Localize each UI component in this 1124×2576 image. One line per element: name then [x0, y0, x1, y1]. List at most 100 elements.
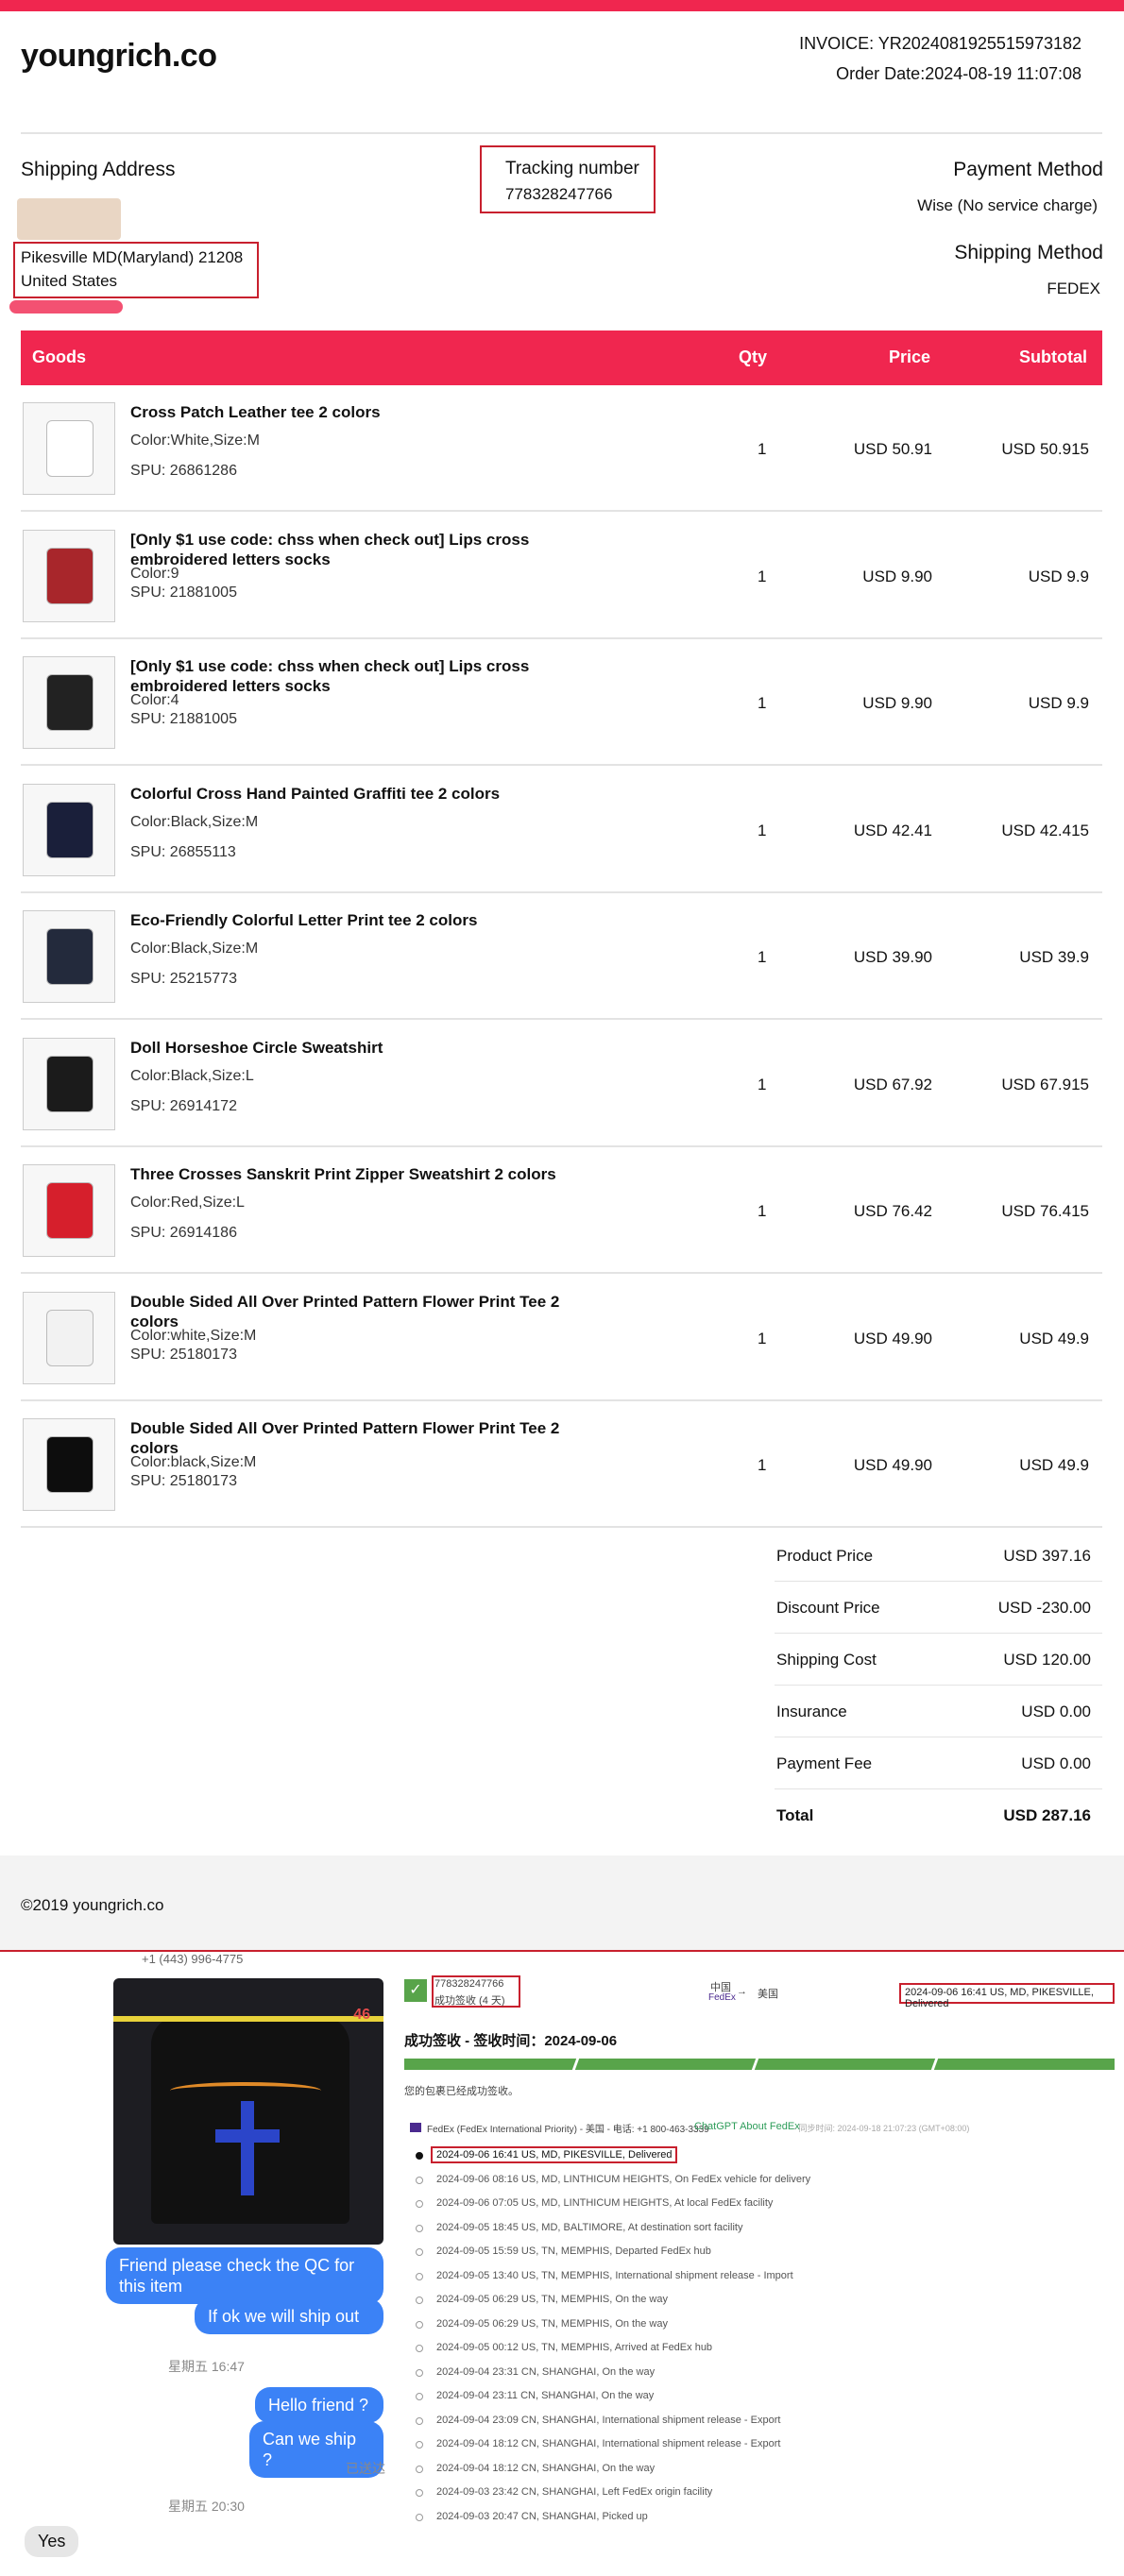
product-attributes: Color:white,Size:M	[130, 1327, 257, 1344]
tracking-event: 2024-09-04 23:09 CN, SHANGHAI, Internati…	[436, 2414, 781, 2426]
carrier-line: FedEx (FedEx International Priority) - 美…	[427, 2125, 709, 2135]
product-thumbnail[interactable]	[23, 1418, 115, 1511]
product-price: USD 42.41	[853, 821, 932, 839]
product-subtotal: USD 42.415	[1001, 821, 1089, 839]
product-price: USD 49.90	[853, 1329, 932, 1347]
goods-row: Double Sided All Over Printed Pattern Fl…	[21, 1275, 1102, 1401]
product-thumbnail[interactable]	[23, 402, 115, 495]
timeline-dot-icon	[416, 2272, 423, 2280]
tracking-label: Tracking number	[505, 159, 639, 178]
address-country: United States	[21, 272, 118, 290]
qc-photo[interactable]: 46	[113, 1978, 383, 2245]
timeline-dot-icon	[416, 2224, 423, 2232]
header-subtotal: Subtotal	[1019, 347, 1087, 366]
product-name[interactable]: Double Sided All Over Printed Pattern Fl…	[130, 1292, 565, 1331]
product-name[interactable]: [Only $1 use code: chss when check out] …	[130, 530, 565, 569]
product-name[interactable]: Double Sided All Over Printed Pattern Fl…	[130, 1418, 565, 1458]
product-attributes: Color:Black,Size:L	[130, 1067, 254, 1084]
goods-row: Cross Patch Leather tee 2 colors Color:Wh…	[21, 385, 1102, 512]
summary-label: Shipping Cost	[776, 1651, 877, 1669]
invoice-number: INVOICE: YR2024081925515973182	[799, 34, 1081, 53]
fedex-logo-icon	[410, 2123, 421, 2132]
tracking-event: 2024-09-05 00:12 US, TN, MEMPHIS, Arrive…	[436, 2342, 713, 2353]
address-city: Pikesville MD(Maryland) 21208	[21, 248, 244, 266]
latest-event: 2024-09-06 16:41 US, MD, PIKESVILLE, Del…	[905, 1987, 1094, 2009]
product-qty: 1	[758, 1075, 767, 1093]
product-subtotal: USD 39.9	[1019, 948, 1089, 966]
product-thumbnail[interactable]	[23, 783, 115, 876]
product-thumbnail[interactable]	[23, 529, 115, 622]
product-attributes: Color:Black,Size:M	[130, 813, 259, 830]
product-image	[46, 928, 94, 985]
product-thumbnail[interactable]	[23, 1164, 115, 1257]
top-accent-bar	[0, 0, 1124, 11]
chat-reply: Yes	[25, 2526, 79, 2557]
divider	[21, 132, 1102, 134]
product-price: USD 9.90	[862, 567, 932, 585]
timeline-dot-icon	[416, 2513, 423, 2521]
product-thumbnail[interactable]	[23, 656, 115, 749]
product-subtotal: USD 76.415	[1001, 1202, 1089, 1220]
chat-timestamp: 星期五 16:47	[168, 2359, 245, 2374]
route-carrier: FedEx	[708, 1992, 736, 2003]
photo-tag: 46	[353, 2007, 370, 2023]
chat-message: If ok we will ship out	[195, 2298, 383, 2334]
chat-message: Hello friend ?	[255, 2387, 383, 2423]
summary-value: USD 287.16	[1003, 1806, 1091, 1824]
chatgpt-link[interactable]: ChatGPT About FedEx	[694, 2121, 800, 2132]
product-qty: 1	[758, 1202, 767, 1220]
product-thumbnail[interactable]	[23, 910, 115, 1003]
progress-bar	[404, 2059, 1115, 2070]
product-name[interactable]: Cross Patch Leather tee 2 colors	[130, 402, 565, 422]
product-attributes: Color:black,Size:M	[130, 1454, 257, 1470]
summary-row: Shipping Cost USD 120.00	[775, 1634, 1102, 1686]
brand-logo: youngrich.co	[21, 38, 217, 74]
product-price: USD 50.91	[853, 440, 932, 458]
product-qty: 1	[758, 948, 767, 966]
shipping-method-value: FEDEX	[1047, 280, 1100, 297]
timeline-dot-icon	[416, 2416, 423, 2425]
product-name[interactable]: Eco-Friendly Colorful Letter Print tee 2…	[130, 910, 565, 930]
product-subtotal: USD 9.9	[1028, 694, 1089, 712]
sync-time: - 同步时间: 2024-09-18 21:07:23 (GMT+08:00)	[793, 2124, 970, 2133]
print-arc	[170, 2082, 321, 2099]
product-attributes: Color:Black,Size:M	[130, 941, 259, 957]
product-price: USD 9.90	[862, 694, 932, 712]
product-name[interactable]: [Only $1 use code: chss when check out] …	[130, 656, 565, 696]
redacted-mark	[9, 300, 123, 314]
order-date: Order Date:2024-08-19 11:07:08	[836, 64, 1081, 83]
summary-value: USD 120.00	[1003, 1651, 1091, 1669]
goods-row: Eco-Friendly Colorful Letter Print tee 2…	[21, 893, 1102, 1020]
product-qty: 1	[758, 694, 767, 712]
product-thumbnail[interactable]	[23, 1037, 115, 1130]
tracking-number[interactable]: 778328247766	[505, 185, 612, 204]
product-attributes: Color:9	[130, 565, 179, 582]
goods-table-header: Goods Qty Price Subtotal	[21, 330, 1102, 385]
tracking-event: 2024-09-06 16:41 US, MD, PIKESVILLE, Del…	[431, 2146, 678, 2163]
product-thumbnail[interactable]	[23, 1291, 115, 1384]
tracking-event: 2024-09-05 06:29 US, TN, MEMPHIS, On the…	[436, 2294, 668, 2305]
summary-label: Payment Fee	[776, 1754, 873, 1772]
chat-timestamp: 星期五 20:30	[168, 2499, 245, 2514]
check-icon: ✓	[404, 1979, 427, 2002]
payment-method-value: Wise (No service charge)	[917, 196, 1098, 214]
product-image	[46, 1309, 94, 1366]
tracking-event: 2024-09-03 23:42 CN, SHANGHAI, Left FedE…	[436, 2486, 713, 2498]
product-name[interactable]: Doll Horseshoe Circle Sweatshirt	[130, 1038, 565, 1058]
timeline-dot-icon	[416, 2152, 423, 2160]
redacted-address	[17, 198, 121, 240]
product-image	[46, 547, 94, 604]
chat-message: Friend please check the QC for this item	[106, 2247, 383, 2304]
product-name[interactable]: Three Crosses Sanskrit Print Zipper Swea…	[130, 1164, 565, 1184]
summary-row: Discount Price USD -230.00	[775, 1582, 1102, 1634]
product-image	[46, 801, 94, 858]
product-spu: SPU: 26855113	[130, 843, 236, 860]
track-number[interactable]: 778328247766	[434, 1978, 503, 1990]
product-name[interactable]: Colorful Cross Hand Painted Graffiti tee…	[130, 784, 565, 804]
product-qty: 1	[758, 567, 767, 585]
product-price: USD 67.92	[853, 1075, 932, 1093]
product-image	[46, 1436, 94, 1493]
delivered-headline: 成功签收 - 签收时间：2024-09-06	[404, 2033, 618, 2049]
summary-label: Total	[776, 1806, 814, 1824]
tracking-event: 2024-09-06 08:16 US, MD, LINTHICUM HEIGH…	[436, 2173, 811, 2185]
